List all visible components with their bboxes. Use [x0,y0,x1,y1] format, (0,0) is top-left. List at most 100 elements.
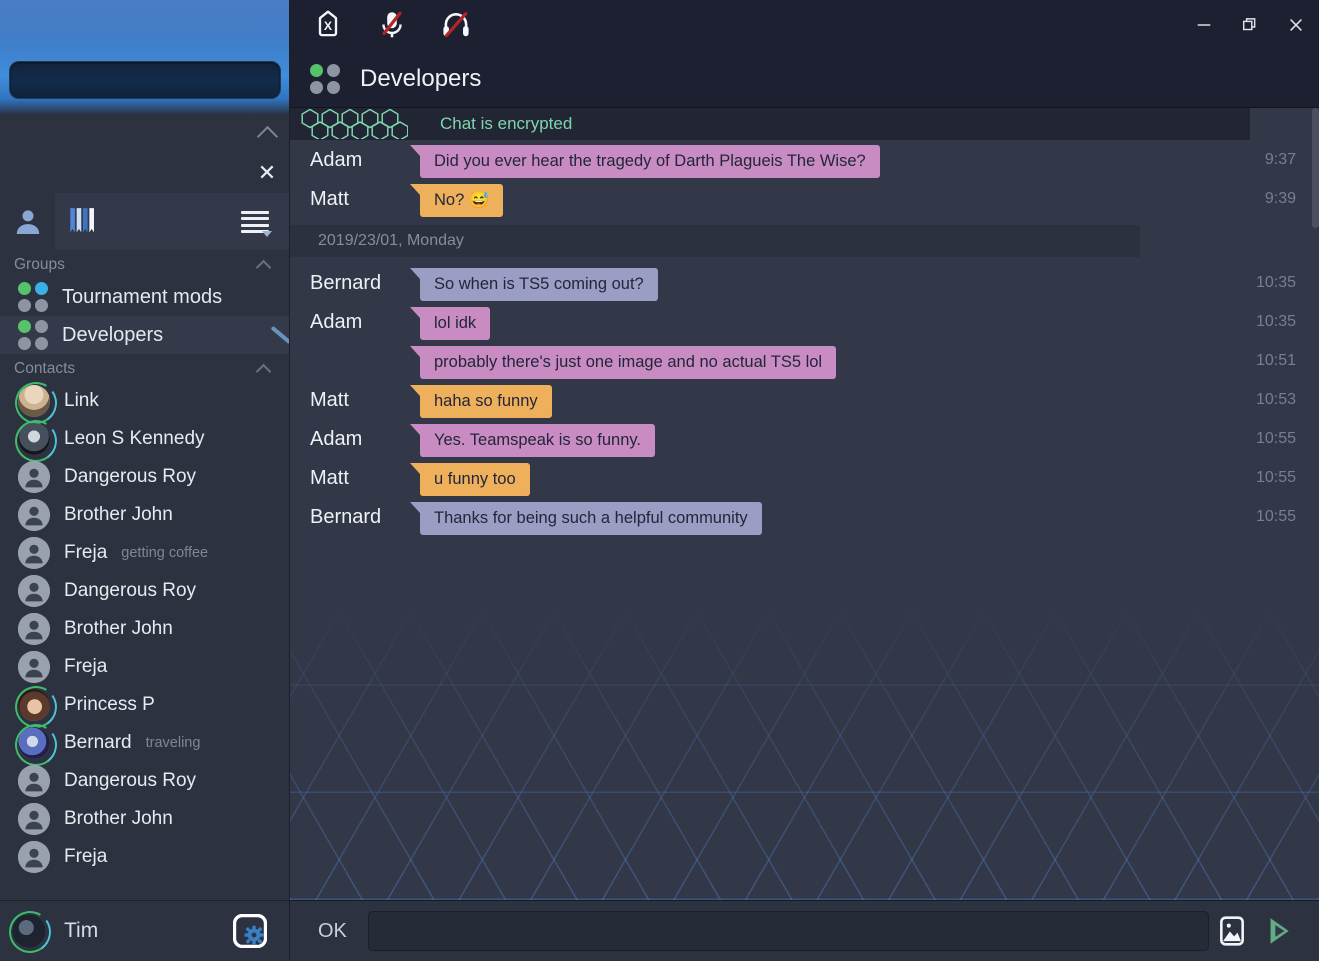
message-row[interactable]: Matt u funny too 10:55 [290,458,1319,497]
message-bubble[interactable]: So when is TS5 coming out? [420,268,658,301]
contact-name: Bernard [64,732,132,753]
attach-image-button[interactable] [1209,908,1255,954]
message-timestamp: 9:39 [1264,190,1296,207]
message-bubble[interactable]: haha so funny [420,385,552,418]
person-icon [18,841,50,873]
sidebar-item-contact-freja[interactable]: Freja [0,648,289,686]
sidebar-item-contact-link[interactable]: Link [0,382,289,420]
message-bubble-wrap: No? 😅 [420,184,1319,217]
message-bubble-wrap: haha so funny [420,385,1319,418]
search-input[interactable] [9,61,281,99]
sidebar-item-contact-freja[interactable]: Freja [0,838,289,876]
contact-name: Princess P [64,694,155,715]
message-bubble[interactable]: Thanks for being such a helpful communit… [420,502,762,535]
sidebar-list[interactable]: Groups Tournament mods Developers Contacts L… [0,250,289,900]
sidebar-item-contact-dangerous-roy[interactable]: Dangerous Roy [0,458,289,496]
message-bubble[interactable]: probably there's just one image and no a… [420,346,837,379]
avatar [18,651,50,683]
date-divider-label: 2019/23/01, Monday [318,232,464,249]
sidebar-item-contact-brother-john[interactable]: Brother John [0,800,289,838]
contact-name: Freja [64,542,108,563]
app-window: ✕ Groups Tournament mods Developers Cont… [0,0,1319,961]
sidebar-collapse-button[interactable] [245,115,289,153]
message-bubble[interactable]: No? 😅 [420,184,504,217]
sidebar-menu-area [110,193,289,250]
sidebar-item-contact-brother-john[interactable]: Brother John [0,496,289,534]
contacts-tab[interactable] [0,193,55,250]
gear-icon [232,913,268,949]
message-input[interactable] [368,911,1209,951]
message-bubble[interactable]: lol idk [420,307,491,340]
avatar [18,803,50,835]
sidebar-item-label: Developers [62,323,164,346]
sidebar-close-button[interactable]: ✕ [245,153,289,193]
sidebar-item-contact-freja[interactable]: Freja getting coffee [0,534,289,572]
contact-name: Brother John [64,504,173,525]
contact-name: Freja [64,846,108,867]
sidebar-section-title: Contacts [14,360,76,377]
bookmarks-tab[interactable] [55,193,110,250]
send-button[interactable] [1255,908,1301,954]
image-attach-icon [1220,916,1244,946]
minimize-button[interactable] [1181,0,1227,50]
message-bubble-wrap: Yes. Teamspeak is so funny. [420,424,1319,457]
sidebar-section-header-groups[interactable]: Groups [0,250,289,278]
selection-pointer [270,325,289,345]
disconnect-icon[interactable]: X [310,7,346,43]
message-row[interactable]: Adam lol idk 10:35 [290,302,1319,341]
person-icon [18,575,50,607]
message-row[interactable]: Adam Did you ever hear the tragedy of Dar… [290,140,1319,179]
message-row[interactable]: Bernard Thanks for being such a helpful c… [290,497,1319,536]
chat-background-pattern [290,600,1319,900]
message-bubble[interactable]: u funny too [420,463,530,496]
titlebar-icons: X [290,7,474,43]
message-bubble-wrap: u funny too [420,463,1319,496]
sidebar-item-contact-dangerous-roy[interactable]: Dangerous Roy [0,572,289,610]
message-row[interactable]: Adam Yes. Teamspeak is so funny. 10:55 [290,419,1319,458]
sidebar-item-group-tournament-mods[interactable]: Tournament mods [0,278,289,316]
message-timestamp: 9:37 [1264,151,1296,168]
close-icon: ✕ [257,160,277,185]
microphone-muted-icon[interactable] [374,7,410,43]
contact-status: getting coffee [121,545,209,561]
sidebar-item-contact-brother-john[interactable]: Brother John [0,610,289,648]
close-button[interactable] [1273,0,1319,50]
send-icon [1270,918,1289,944]
window-controls [1181,0,1319,50]
message-timestamp: 10:53 [1255,391,1296,408]
sidebar-item-contact-dangerous-roy[interactable]: Dangerous Roy [0,762,289,800]
message-bubble[interactable]: Yes. Teamspeak is so funny. [420,424,655,457]
chat-scrollbar[interactable] [1312,108,1319,900]
sidebar-banner [0,0,289,115]
sidebar-item-label: Tournament mods [62,285,223,308]
composer: OK [290,900,1319,961]
restore-button[interactable] [1227,0,1273,50]
sidebar-item-contact-bernard[interactable]: Bernard traveling [0,724,289,762]
sidebar-item-contact-princess-p[interactable]: Princess P [0,686,289,724]
contact-name: Dangerous Roy [64,466,197,487]
person-icon [18,765,50,797]
sidebar-section-header-contacts[interactable]: Contacts [0,354,289,382]
chat-area[interactable]: Chat is encrypted Adam Did you ever hear t… [290,108,1319,900]
message-timestamp: 10:51 [1255,352,1296,369]
message-row[interactable]: Bernard So when is TS5 coming out? 10:35 [290,263,1319,302]
scrollbar-thumb[interactable] [1312,108,1319,228]
hamburger-menu-icon[interactable] [241,210,272,237]
contact-name: Dangerous Roy [64,770,197,791]
message-bubble[interactable]: Did you ever hear the tragedy of Darth P… [420,145,880,178]
message-sender: Matt [310,188,349,210]
avatar [18,499,50,531]
sidebar-item-group-developers[interactable]: Developers [0,316,289,354]
contact-status: traveling [145,735,201,751]
sidebar-item-contact-leon-s-kennedy[interactable]: Leon S Kennedy [0,420,289,458]
avatar [12,914,46,948]
settings-button[interactable] [232,913,268,949]
message-row[interactable]: Matt haha so funny 10:53 [290,380,1319,419]
person-icon [18,613,50,645]
current-user-bar[interactable]: Tim [0,900,289,961]
headphones-muted-icon[interactable] [438,7,474,43]
restore-icon [1242,18,1256,31]
message-row[interactable]: probably there's just one image and no a… [290,341,1319,380]
message-row[interactable]: Matt No? 😅 9:39 [290,179,1319,218]
date-divider: 2019/23/01, Monday [290,225,1140,257]
